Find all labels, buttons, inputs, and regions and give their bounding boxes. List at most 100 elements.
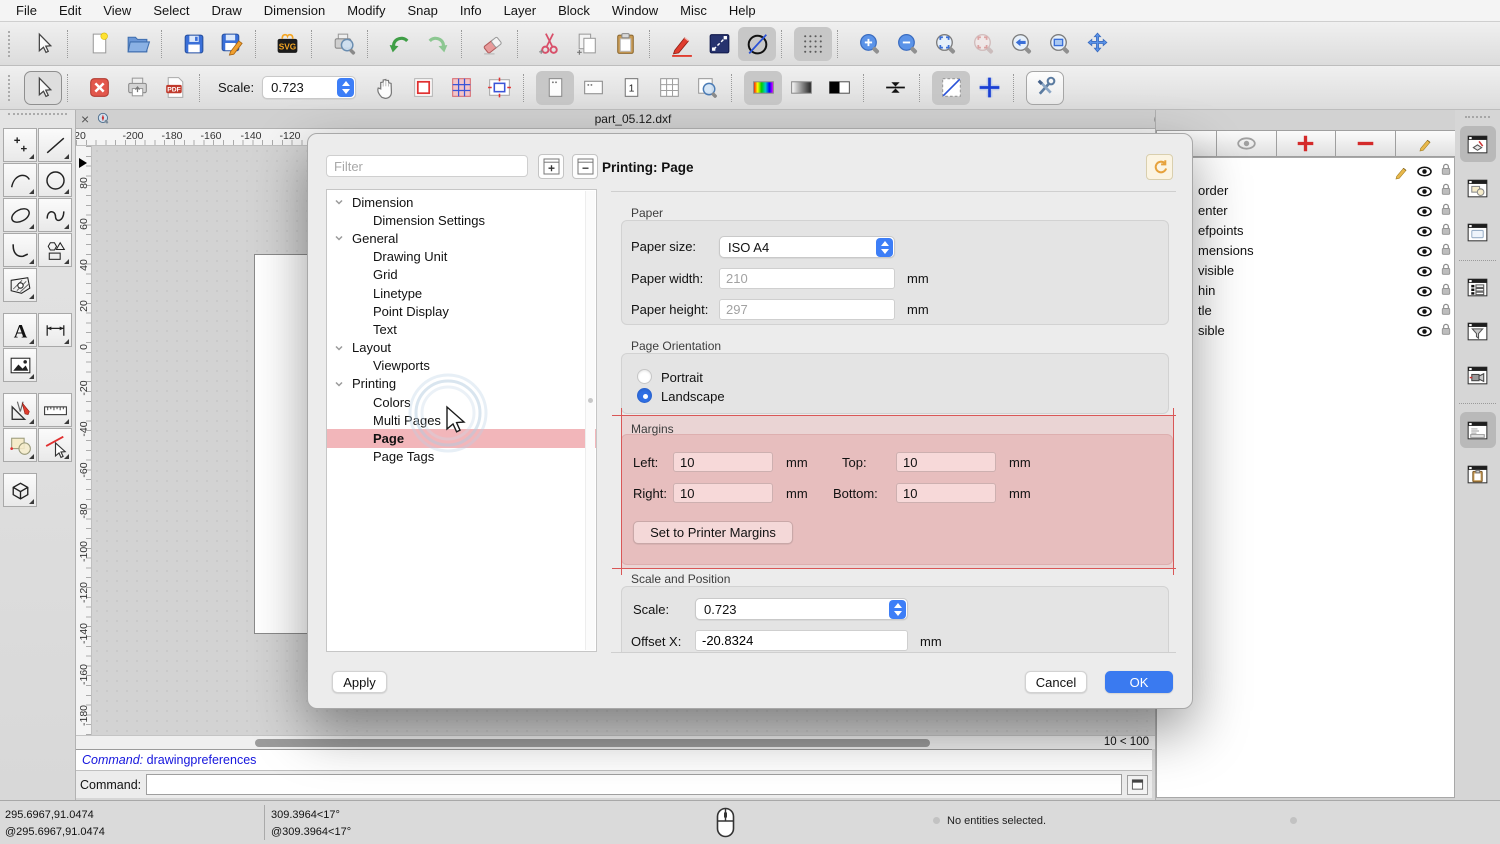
- tree-item-dimension-settings[interactable]: Dimension Settings: [327, 211, 596, 229]
- tree-item-text[interactable]: Text: [327, 320, 596, 338]
- margin-right-input[interactable]: 10: [673, 483, 773, 503]
- lock-icon[interactable]: [1439, 242, 1453, 260]
- tree-item-grid[interactable]: Grid: [327, 266, 596, 284]
- stepper-icon[interactable]: [337, 78, 354, 97]
- zoom-window-button[interactable]: [1040, 27, 1078, 61]
- chevron-down-icon[interactable]: [334, 343, 344, 353]
- palette-drag-handle[interactable]: [8, 113, 67, 125]
- menu-help[interactable]: Help: [729, 3, 756, 18]
- single-page-button[interactable]: 1: [612, 71, 650, 105]
- property-list-panel-button[interactable]: [1460, 269, 1496, 305]
- diagonal-page-button[interactable]: [932, 71, 970, 105]
- polyline-tool-button[interactable]: [700, 27, 738, 61]
- tree-item-dimension[interactable]: Dimension: [327, 193, 596, 211]
- set-printer-margins-button[interactable]: Set to Printer Margins: [633, 521, 793, 544]
- toolbar-drag-handle[interactable]: [8, 75, 16, 101]
- scale-combobox[interactable]: 0.723: [262, 76, 356, 99]
- eye-icon[interactable]: [1416, 323, 1433, 343]
- tree-scrollbar[interactable]: [585, 191, 595, 650]
- circle-tool-button[interactable]: [38, 163, 72, 197]
- tree-item-linetype[interactable]: Linetype: [327, 284, 596, 302]
- clipboard-panel-button[interactable]: [1460, 456, 1496, 492]
- portrait-page-button[interactable]: [536, 71, 574, 105]
- margin-bottom-input[interactable]: 10: [896, 483, 996, 503]
- layer-list-panel-button[interactable]: [1460, 126, 1496, 162]
- polyline-tool-button[interactable]: [3, 233, 37, 267]
- measure-tool-button[interactable]: [38, 393, 72, 427]
- color-mode-button[interactable]: [744, 71, 782, 105]
- zoom-page-button[interactable]: [688, 71, 726, 105]
- paste-button[interactable]: [606, 27, 644, 61]
- layer-row[interactable]: efpoints: [1157, 221, 1454, 241]
- menu-info[interactable]: Info: [460, 3, 482, 18]
- cancel-button[interactable]: Cancel: [1025, 671, 1087, 693]
- dimension-tool-button[interactable]: [38, 313, 72, 347]
- menu-draw[interactable]: Draw: [211, 3, 241, 18]
- layer-row[interactable]: visible: [1157, 261, 1454, 281]
- crosshair-button[interactable]: [970, 71, 1008, 105]
- landscape-radio[interactable]: [637, 388, 652, 403]
- save-as-button[interactable]: [212, 27, 250, 61]
- scrollbar-thumb[interactable]: [255, 739, 930, 747]
- circle-slash-button[interactable]: [738, 27, 776, 61]
- open-folder-button[interactable]: [118, 27, 156, 61]
- expand-all-button[interactable]: [538, 154, 564, 179]
- collapse-all-button[interactable]: [572, 154, 598, 179]
- paper-borders-button[interactable]: [404, 71, 442, 105]
- menu-edit[interactable]: Edit: [59, 3, 81, 18]
- tree-item-multi-pages[interactable]: Multi Pages: [327, 411, 596, 429]
- tree-item-drawing-unit[interactable]: Drawing Unit: [327, 248, 596, 266]
- lock-icon[interactable]: [1439, 302, 1453, 320]
- eye-icon[interactable]: [1416, 303, 1433, 323]
- eye-icon[interactable]: [1416, 183, 1433, 203]
- auto-zoom-button[interactable]: [926, 27, 964, 61]
- line-tool-button[interactable]: [38, 128, 72, 162]
- auto-fit-page-button[interactable]: [480, 71, 518, 105]
- menu-snap[interactable]: Snap: [408, 3, 438, 18]
- grid-paper-button[interactable]: [442, 71, 480, 105]
- pencil-layer-button[interactable]: [1395, 130, 1456, 157]
- block-list-panel-button[interactable]: [1460, 170, 1496, 206]
- chevron-down-icon[interactable]: [334, 379, 344, 389]
- cad-tools-tool-button[interactable]: [3, 393, 37, 427]
- eye-icon[interactable]: [1416, 263, 1433, 283]
- pan-hand-button[interactable]: [366, 71, 404, 105]
- stepper-icon[interactable]: [889, 600, 906, 619]
- stepper-icon[interactable]: [876, 238, 893, 257]
- lock-icon[interactable]: [1439, 322, 1453, 340]
- pointer-button[interactable]: [24, 71, 62, 105]
- layer-row[interactable]: tle: [1157, 301, 1454, 321]
- blocks-tool-button[interactable]: [3, 428, 37, 462]
- paper-height-input[interactable]: 297: [719, 299, 895, 320]
- image-tool-button[interactable]: [3, 348, 37, 382]
- offset-x-input[interactable]: -20.8324: [695, 630, 908, 651]
- menu-select[interactable]: Select: [153, 3, 189, 18]
- tree-item-printing[interactable]: Printing: [327, 375, 596, 393]
- save-button[interactable]: [174, 27, 212, 61]
- grayscale-mode-button[interactable]: [782, 71, 820, 105]
- dock-drag-handle[interactable]: [1465, 116, 1490, 118]
- redo-button[interactable]: [418, 27, 456, 61]
- lock-icon[interactable]: [1439, 262, 1453, 280]
- camera-panel-button[interactable]: [1460, 357, 1496, 393]
- new-file-button[interactable]: [80, 27, 118, 61]
- command-input[interactable]: [146, 774, 1122, 795]
- tree-item-page-tags[interactable]: Page Tags: [327, 448, 596, 466]
- zoom-out-button[interactable]: [888, 27, 926, 61]
- eye-icon[interactable]: [1416, 203, 1433, 223]
- layer-row[interactable]: mensions: [1157, 241, 1454, 261]
- lock-icon[interactable]: [1439, 282, 1453, 300]
- tree-item-layout[interactable]: Layout: [327, 339, 596, 357]
- paper-width-input[interactable]: 210: [719, 268, 895, 289]
- lock-icon[interactable]: [1439, 202, 1453, 220]
- settings-tools-button[interactable]: [1026, 71, 1064, 105]
- menu-layer[interactable]: Layer: [504, 3, 537, 18]
- toolbar-drag-handle[interactable]: [8, 31, 16, 57]
- eye-icon[interactable]: [1416, 283, 1433, 303]
- tree-item-general[interactable]: General: [327, 229, 596, 247]
- text-tool-button[interactable]: A: [3, 313, 37, 347]
- portrait-radio[interactable]: [637, 369, 652, 384]
- command-options-button[interactable]: [1127, 775, 1148, 795]
- eraser-button[interactable]: [474, 27, 512, 61]
- pdf-export-button[interactable]: PDF: [156, 71, 194, 105]
